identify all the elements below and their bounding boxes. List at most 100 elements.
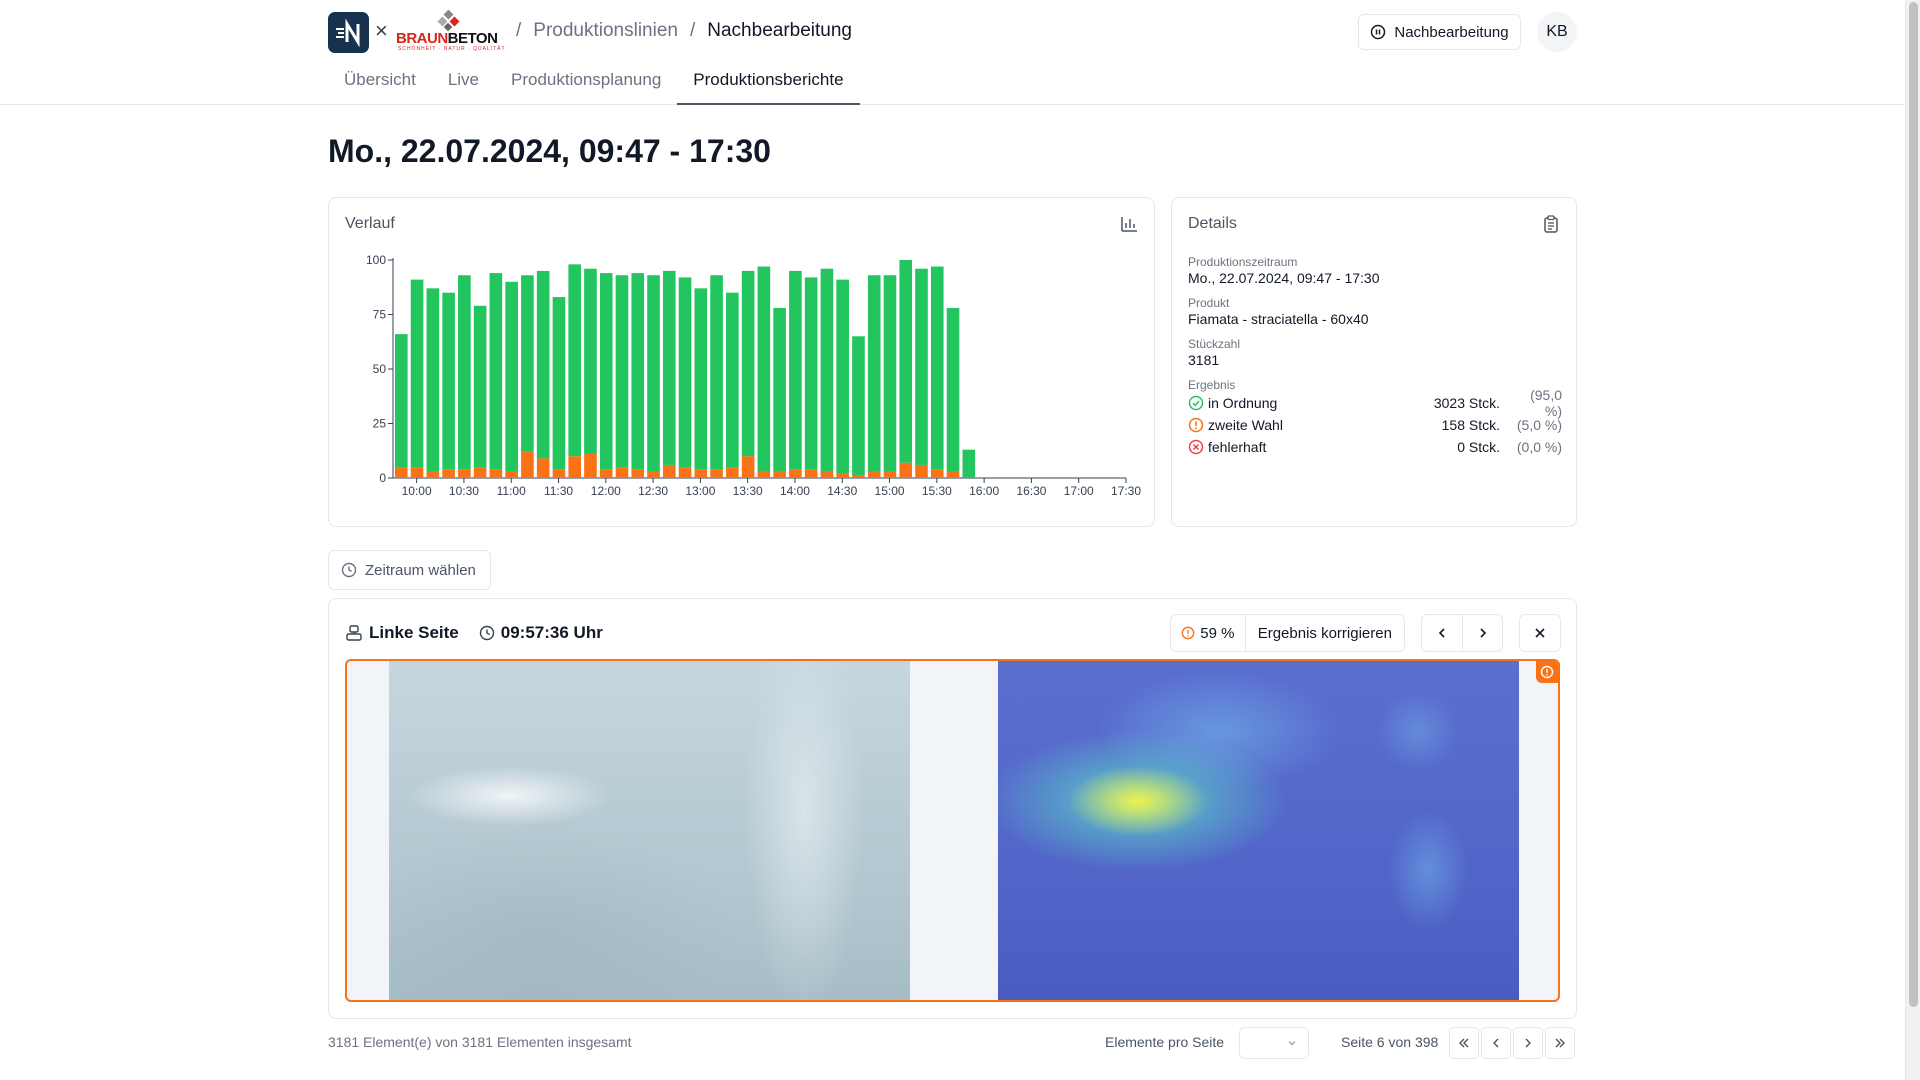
bar-ok <box>710 275 723 470</box>
detail-label-ergebnis: Ergebnis <box>1188 378 1236 392</box>
result-pct: (5,0 %) <box>1516 417 1562 433</box>
result-label: zweite Wahl <box>1208 417 1283 433</box>
bar-second-grade <box>899 462 913 478</box>
x-tick-label: 16:00 <box>969 484 999 498</box>
bar-second-grade <box>710 469 723 478</box>
result-pct: (95,0 %) <box>1530 387 1562 419</box>
bar-ok <box>426 288 440 472</box>
detail-value-produkt: Fiamata - straciatella - 60x40 <box>1188 311 1369 327</box>
detail-label-zeitraum: Produktionszeitraum <box>1188 255 1298 269</box>
bar-second-grade <box>852 475 865 478</box>
app-logo-icon[interactable] <box>328 12 369 53</box>
bar-ok <box>836 279 849 474</box>
bar-second-grade <box>395 467 408 478</box>
bar-ok <box>568 264 582 457</box>
x-tick-label: 15:30 <box>922 484 952 498</box>
original-image[interactable] <box>389 661 910 1000</box>
last-page-button[interactable] <box>1545 1027 1575 1059</box>
bar-ok <box>741 270 755 457</box>
bar-ok <box>678 277 692 468</box>
bar-ok <box>773 307 786 472</box>
times-icon: × <box>375 18 388 43</box>
result-row-defective: fehlerhaft 0 Stck. (0,0 %) <box>1188 436 1562 458</box>
first-page-button[interactable] <box>1449 1027 1479 1059</box>
chevron-left-icon <box>1493 1038 1499 1048</box>
previous-page-button[interactable] <box>1481 1027 1511 1059</box>
chevron-left-icon <box>1438 628 1445 638</box>
detail-label-produkt: Produkt <box>1188 296 1230 310</box>
bar-second-grade <box>426 471 440 478</box>
bar-ok <box>521 275 534 452</box>
bar-second-grade <box>883 471 897 478</box>
x-tick-label: 16:30 <box>1016 484 1046 498</box>
page-info: Seite 6 von 398 <box>1341 1034 1439 1050</box>
bar-second-grade <box>757 471 771 478</box>
bar-second-grade <box>662 464 676 478</box>
breadcrumb-produktionslinien[interactable]: Produktionslinien <box>533 20 678 42</box>
x-circle-icon <box>1188 439 1204 455</box>
tab-produktionsplanung[interactable]: Produktionsplanung <box>495 64 677 105</box>
avatar[interactable]: KB <box>1537 12 1577 52</box>
bar-ok <box>757 266 771 472</box>
chevron-right-icon <box>1525 1038 1531 1048</box>
bar-second-grade <box>773 471 786 478</box>
per-page-select[interactable] <box>1239 1027 1309 1059</box>
bar-second-grade <box>489 469 503 478</box>
tab-live[interactable]: Live <box>432 64 495 105</box>
y-tick-label: 100 <box>366 253 386 267</box>
breadcrumb-current: Nachbearbeitung <box>707 20 852 41</box>
bar-ok <box>852 336 865 476</box>
scrollbar-thumb[interactable] <box>1909 2 1918 1007</box>
x-tick-label: 10:00 <box>402 484 432 498</box>
bar-second-grade <box>599 469 613 478</box>
bar-second-grade <box>568 456 582 478</box>
bar-ok <box>867 275 881 472</box>
clock-icon <box>479 625 494 641</box>
bar-second-grade <box>647 471 660 478</box>
x-tick-label: 15:00 <box>875 484 905 498</box>
bar-ok <box>473 305 487 468</box>
alert-circle-icon <box>1181 626 1195 640</box>
bar-ok <box>820 268 834 472</box>
select-timerange-button[interactable]: Zeitraum wählen <box>328 550 491 590</box>
bar-ok <box>647 275 660 472</box>
bar-second-grade <box>930 469 944 478</box>
app-header: × BRAUNBETON SCHÖNHEIT · NATUR · QUALITÄ… <box>0 0 1905 105</box>
bar-ok <box>536 270 550 459</box>
y-tick-label: 75 <box>373 308 387 322</box>
page-scrollbar[interactable] <box>1905 0 1920 1080</box>
tab-produktionsberichte[interactable]: Produktionsberichte <box>677 64 860 105</box>
bar-ok <box>726 292 739 468</box>
close-icon <box>1535 628 1545 638</box>
production-chart: 0 25 50 75 100 10:00 10:30 11:00 11:30 12:00 12:30… <box>366 253 1141 498</box>
x-tick-label: 14:30 <box>827 484 857 498</box>
mode-button[interactable]: Nachbearbeitung <box>1358 14 1521 50</box>
bar-ok <box>694 288 708 470</box>
pagination-summary: 3181 Element(e) von 3181 Elementen insge… <box>328 1034 632 1050</box>
correct-result-button[interactable]: Ergebnis korrigieren <box>1244 615 1404 651</box>
previous-image-button[interactable] <box>1422 615 1462 651</box>
heatmap-image[interactable] <box>998 661 1519 1000</box>
bar-ok <box>395 334 408 468</box>
close-button[interactable] <box>1520 615 1560 651</box>
x-tick-label: 17:00 <box>1064 484 1094 498</box>
y-tick-label: 0 <box>379 471 386 485</box>
select-timerange-label: Zeitraum wählen <box>365 561 476 579</box>
detail-label-stueckzahl: Stückzahl <box>1188 337 1241 351</box>
result-actions: 59 % Ergebnis korrigieren <box>1170 614 1405 652</box>
next-image-button[interactable] <box>1462 615 1502 651</box>
bar-second-grade <box>804 469 818 478</box>
bar-chart-icon[interactable] <box>1120 215 1138 233</box>
tab-uebersicht[interactable]: Übersicht <box>328 64 432 105</box>
next-page-button[interactable] <box>1513 1027 1543 1059</box>
customer-logo: BRAUNBETON SCHÖNHEIT · NATUR · QUALITÄT <box>396 10 505 54</box>
bar-second-grade <box>473 467 487 478</box>
chevron-down-icon <box>1288 1041 1296 1046</box>
bar-second-grade <box>552 469 566 478</box>
result-row-ok: in Ordnung 3023 Stck. (95,0 %) <box>1188 387 1562 419</box>
details-card-title: Details <box>1188 215 1237 232</box>
x-tick-label: 12:00 <box>591 484 621 498</box>
clipboard-icon[interactable] <box>1542 215 1560 233</box>
per-page-label: Elemente pro Seite <box>1105 1034 1225 1050</box>
confidence-badge[interactable]: 59 % <box>1171 615 1245 651</box>
